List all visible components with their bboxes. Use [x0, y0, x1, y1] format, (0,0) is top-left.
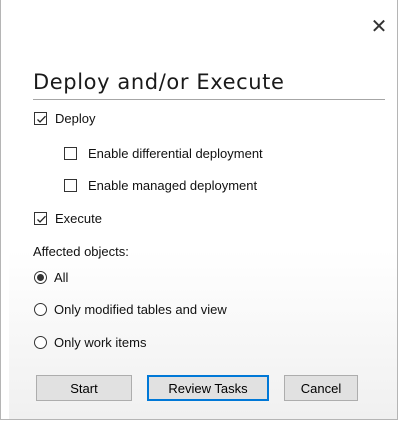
checkbox-unchecked-icon[interactable] [64, 179, 77, 192]
title-divider-highlight [33, 100, 385, 101]
radio-only-work-items-label: Only work items [54, 335, 147, 350]
cancel-button[interactable]: Cancel [284, 375, 358, 401]
radio-unselected-icon[interactable] [34, 303, 47, 316]
radio-unselected-icon[interactable] [34, 336, 47, 349]
managed-deployment-label: Enable managed deployment [88, 178, 258, 193]
radio-all-label: All [54, 270, 69, 285]
differential-deployment-checkbox[interactable]: Enable differential deployment [64, 146, 263, 161]
radio-selected-icon[interactable] [34, 271, 47, 284]
radio-only-modified-label: Only modified tables and view [54, 302, 227, 317]
deploy-execute-dialog: ✕ Deploy and/or Execute Deploy Enable di… [0, 0, 398, 420]
checkbox-unchecked-icon[interactable] [64, 147, 77, 160]
review-tasks-button[interactable]: Review Tasks [147, 375, 269, 401]
radio-only-work-items[interactable]: Only work items [34, 335, 146, 350]
execute-label: Execute [55, 211, 102, 226]
deploy-checkbox[interactable]: Deploy [34, 111, 95, 126]
execute-checkbox[interactable]: Execute [34, 211, 102, 226]
radio-all[interactable]: All [34, 270, 68, 285]
affected-objects-heading: Affected objects: [33, 244, 129, 259]
dialog-title: Deploy and/or Execute [33, 70, 285, 94]
checkbox-checked-icon[interactable] [34, 112, 47, 125]
deploy-label: Deploy [55, 111, 96, 126]
managed-deployment-checkbox[interactable]: Enable managed deployment [64, 178, 257, 193]
differential-deployment-label: Enable differential deployment [88, 146, 263, 161]
close-icon[interactable]: ✕ [369, 16, 389, 36]
radio-only-modified[interactable]: Only modified tables and view [34, 302, 227, 317]
start-button[interactable]: Start [36, 375, 132, 401]
checkbox-checked-icon[interactable] [34, 212, 47, 225]
